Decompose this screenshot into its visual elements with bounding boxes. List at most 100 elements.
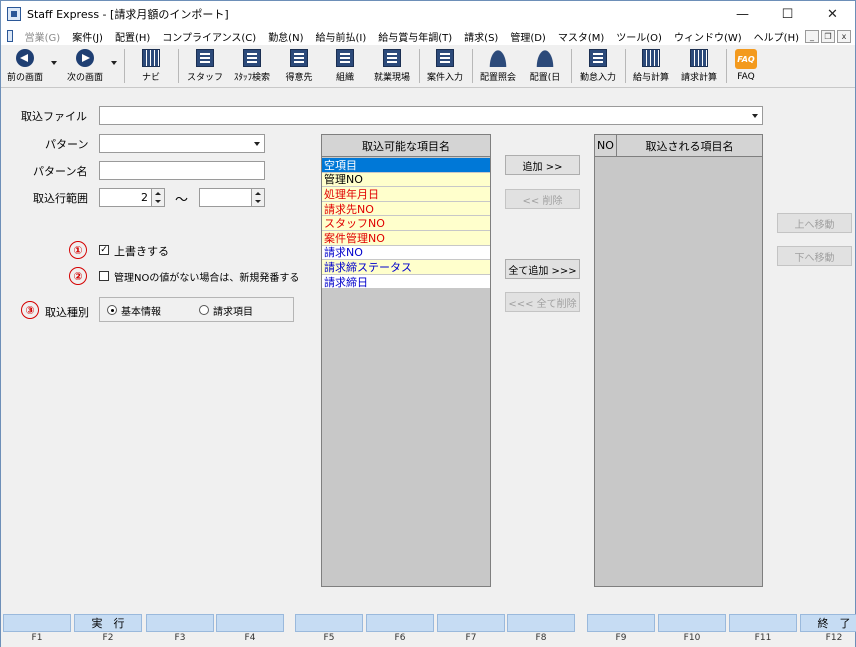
overwrite-checkbox[interactable]: ✓ [99,245,109,255]
fkey-f11-button[interactable] [729,614,797,632]
fkey-f10-button[interactable] [658,614,726,632]
close-button[interactable]: ✕ [810,1,855,27]
import-type-billing-radio[interactable] [199,305,209,315]
prev-screen-button[interactable]: 前の画面 [3,47,47,86]
pattern-combo[interactable] [99,134,265,153]
fkey-f4-label: F4 [244,633,256,643]
add-button[interactable]: 追加 >> [505,155,580,175]
organization-button[interactable]: 組織 [325,47,365,86]
prev-dropdown-icon[interactable] [51,61,57,65]
spin-down-icon[interactable] [252,197,264,205]
range-to-stepper[interactable] [199,188,265,207]
minimize-button[interactable]: — [720,1,765,27]
fkey-f4-button[interactable] [216,614,284,632]
fkey-f2-button[interactable]: 実 行 [74,614,142,632]
assignment-inquiry-button[interactable]: 配置照会 [475,47,521,86]
menu-tools[interactable]: ツール(O) [610,29,668,44]
fkey-f1-label: F1 [31,633,43,643]
staff-search-button[interactable]: ｽﾀｯﾌ検索 [229,47,275,86]
client-button[interactable]: 得意先 [279,47,319,86]
menu-billing[interactable]: 請求(S) [458,29,504,44]
next-dropdown-icon[interactable] [111,61,117,65]
import-type-basic-label[interactable]: 基本情報 [121,303,161,318]
range-label: 取込行範囲 [33,192,88,205]
new-number-label[interactable]: 管理NOの値がない場合は、新規発番する [114,269,299,284]
range-from-stepper[interactable]: 2 [99,188,165,207]
add-all-button[interactable]: 全て追加 >>> [505,259,580,279]
mdi-close-button[interactable]: x [837,29,851,43]
mdi-minimize-button[interactable]: _ [805,29,819,43]
new-number-checkbox[interactable] [99,271,109,281]
fkey-f6-button[interactable] [366,614,434,632]
menu-compliance[interactable]: コンプライアンス(C) [156,29,262,44]
fkey-f1-button[interactable] [3,614,71,632]
menu-attendance[interactable]: 勤怠(N) [262,29,309,44]
fkey-f8-label: F8 [535,633,547,643]
chevron-down-icon[interactable] [249,135,264,152]
pattern-name-input[interactable] [99,161,265,180]
list-item[interactable]: 空項目 [322,158,490,173]
organization-icon [336,49,354,67]
menu-payroll[interactable]: 給与賞与年調(T) [372,29,458,44]
case-entry-icon [436,49,454,67]
fkey-f7-button[interactable] [437,614,505,632]
available-items-list[interactable]: 取込可能な項目名 空項目 管理NO 処理年月日 請求先NO スタッフNO 案件管理NO 請求… [321,134,491,587]
workplace-button[interactable]: 就業現場 [369,47,415,86]
list-item[interactable]: 請求締日 [322,274,490,290]
fkey-f12-button[interactable]: 終 了 [800,614,856,632]
maximize-button[interactable]: ☐ [765,1,810,27]
next-screen-label: 次の画面 [66,73,103,83]
navi-button[interactable]: ナビ [131,47,171,86]
list-item[interactable]: 請求NO [322,245,490,261]
overwrite-label[interactable]: 上書きする [114,243,169,259]
menu-help[interactable]: ヘルプ(H) [748,29,805,44]
list-item[interactable]: 管理NO [322,172,490,188]
next-screen-button[interactable]: 次の画面 [61,47,109,86]
faq-button[interactable]: FAQ FAQ [729,47,763,86]
spin-up-icon[interactable] [252,189,264,197]
remove-button[interactable]: << 削除 [505,189,580,209]
imported-items-list[interactable]: NO 取込される項目名 [594,134,763,587]
menu-case[interactable]: 案件(J) [66,29,109,44]
fkey-f3-button[interactable] [146,614,214,632]
menu-master[interactable]: マスタ(M) [552,29,610,44]
attendance-entry-label: 勤怠入力 [579,73,616,83]
attendance-entry-button[interactable]: 勤怠入力 [575,47,621,86]
fkey-f5-button[interactable] [295,614,363,632]
staff-button[interactable]: スタッフ [185,47,225,86]
remove-all-button[interactable]: <<< 全て削除 [505,292,580,312]
payroll-calc-button[interactable]: 給与計算 [628,47,674,86]
menu-sales[interactable]: 営業(G) [19,29,67,44]
import-file-combo[interactable] [99,106,763,125]
spin-up-icon[interactable] [152,189,164,197]
document-icon[interactable] [7,30,13,42]
faq-icon: FAQ [735,49,757,69]
menu-window[interactable]: ウィンドウ(W) [668,29,748,44]
assignment-day-button[interactable]: 配置(日 [523,47,567,86]
list-item[interactable]: スタッフNO [322,216,490,231]
fkey-f9-button[interactable] [587,614,655,632]
staff-search-label: ｽﾀｯﾌ検索 [233,73,270,83]
chevron-down-icon[interactable] [747,107,762,124]
list-item[interactable]: 処理年月日 [322,187,490,202]
fkey-f7-label: F7 [465,633,477,643]
import-type-billing-label[interactable]: 請求項目 [213,303,253,318]
menu-advance-pay[interactable]: 給与前払(I) [309,29,372,44]
billing-calc-button[interactable]: 請求計算 [676,47,722,86]
mdi-restore-button[interactable]: ❐ [821,29,835,43]
list-item[interactable]: 請求締ステータス [322,260,490,275]
menu-admin[interactable]: 管理(D) [504,29,552,44]
menu-assignment[interactable]: 配置(H) [109,29,156,44]
import-type-basic-radio[interactable] [107,305,117,315]
list-item[interactable]: 請求先NO [322,201,490,217]
marker-2: ② [69,267,87,285]
case-entry-button[interactable]: 案件入力 [422,47,468,86]
fkey-f8-button[interactable] [507,614,575,632]
import-file-label: 取込ファイル [21,110,87,123]
payroll-calc-icon [642,49,660,67]
spin-down-icon[interactable] [152,197,164,205]
move-up-button[interactable]: 上へ移動 [777,213,852,233]
move-down-button[interactable]: 下へ移動 [777,246,852,266]
list-item[interactable]: 案件管理NO [322,231,490,246]
app-window: Staff Express - [請求月額のインポート] — ☐ ✕ 営業(G)… [0,0,856,647]
